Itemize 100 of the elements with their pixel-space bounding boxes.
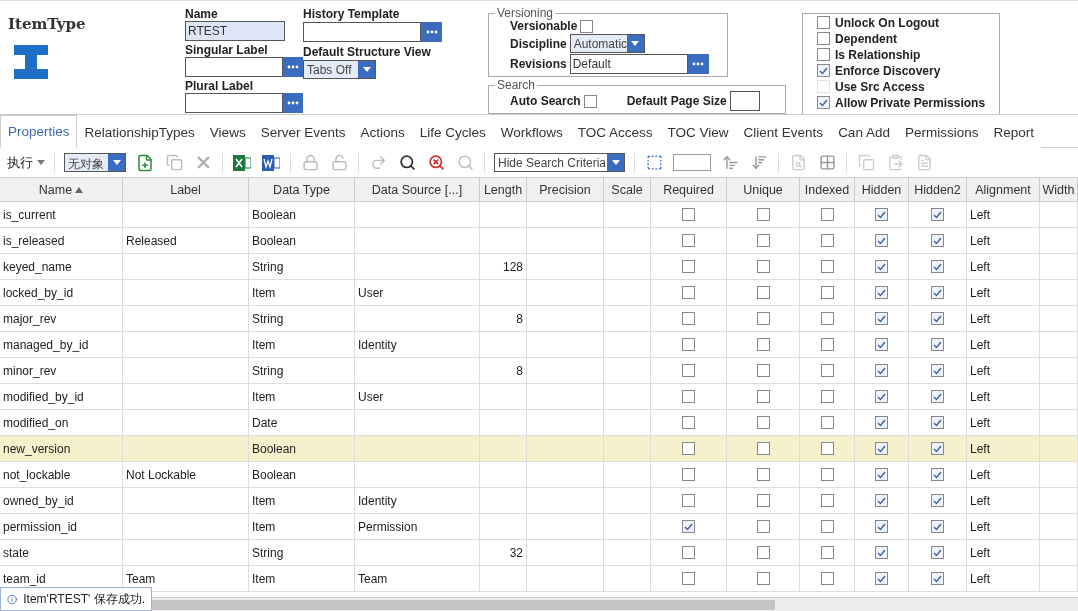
checkbox[interactable]: [875, 442, 888, 455]
spreadsheet-icon[interactable]: [232, 152, 252, 173]
checkbox[interactable]: [682, 442, 695, 455]
checkbox[interactable]: [756, 286, 770, 299]
checkbox[interactable]: [820, 468, 834, 481]
checkbox[interactable]: [817, 64, 830, 77]
checkbox[interactable]: [820, 234, 834, 247]
checkbox[interactable]: [820, 572, 834, 585]
checkbox[interactable]: [931, 260, 944, 273]
table-cell[interactable]: minor_rev: [0, 358, 123, 384]
tab[interactable]: Properties: [0, 115, 77, 148]
checkbox[interactable]: [931, 234, 944, 247]
clear-search-icon[interactable]: [426, 152, 446, 173]
table-cell[interactable]: owned_by_id: [0, 488, 123, 514]
grid-icon[interactable]: [817, 152, 837, 173]
checkbox[interactable]: [820, 390, 834, 403]
checkbox[interactable]: [820, 494, 834, 507]
checkbox[interactable]: [756, 520, 770, 533]
column-header[interactable]: Length: [480, 178, 527, 202]
checkbox[interactable]: [931, 208, 944, 221]
column-header[interactable]: Hidden: [855, 178, 909, 202]
checkbox[interactable]: [820, 416, 834, 429]
checkbox[interactable]: [875, 572, 888, 585]
checkbox[interactable]: [682, 338, 695, 351]
history-template-field[interactable]: [303, 22, 421, 42]
checkbox[interactable]: [817, 48, 830, 61]
checkbox[interactable]: [820, 286, 834, 299]
table-cell[interactable]: is_released: [0, 228, 123, 254]
revisions-field[interactable]: Default: [569, 54, 688, 74]
checkbox[interactable]: [931, 338, 944, 351]
checkbox[interactable]: [820, 520, 834, 533]
checkbox[interactable]: [682, 286, 695, 299]
checkbox[interactable]: [820, 546, 834, 559]
checkbox[interactable]: [820, 312, 834, 325]
column-header[interactable]: Precision: [527, 178, 604, 202]
checkbox[interactable]: [682, 312, 695, 325]
checkbox[interactable]: [931, 442, 944, 455]
search-icon[interactable]: [397, 152, 417, 173]
item-select[interactable]: 无对象: [64, 153, 126, 172]
browse-button[interactable]: [421, 22, 442, 42]
checkbox[interactable]: [756, 260, 770, 273]
checkbox[interactable]: [682, 390, 695, 403]
checkbox[interactable]: [682, 520, 695, 533]
table-cell[interactable]: major_rev: [0, 306, 123, 332]
checkbox[interactable]: [682, 364, 695, 377]
column-header[interactable]: Unique: [727, 178, 800, 202]
checkbox[interactable]: [580, 19, 594, 33]
checkbox[interactable]: [931, 572, 944, 585]
checkbox[interactable]: [875, 208, 888, 221]
checkbox[interactable]: [875, 312, 888, 325]
column-header[interactable]: Data Source [...]: [355, 178, 480, 202]
checkbox[interactable]: [756, 468, 770, 481]
action-menu[interactable]: 执行: [7, 153, 45, 172]
browse-button[interactable]: [282, 57, 303, 77]
table-cell[interactable]: modified_by_id: [0, 384, 123, 410]
checkbox[interactable]: [875, 520, 888, 533]
checkbox[interactable]: [756, 234, 770, 247]
checkbox[interactable]: [931, 494, 944, 507]
checkbox[interactable]: [931, 468, 944, 481]
select-all-icon[interactable]: [644, 152, 664, 173]
checkbox[interactable]: [931, 390, 944, 403]
search-mode-select[interactable]: Hide Search Criteria: [494, 153, 625, 172]
unlock-icon[interactable]: [329, 152, 349, 173]
checkbox[interactable]: [682, 208, 695, 221]
checkbox[interactable]: [756, 208, 770, 221]
checkbox[interactable]: [875, 468, 888, 481]
checkbox[interactable]: [820, 442, 834, 455]
checkbox[interactable]: [875, 260, 888, 273]
checkbox[interactable]: [820, 208, 834, 221]
column-header[interactable]: Name: [0, 178, 123, 202]
table-cell[interactable]: new_version: [0, 436, 123, 462]
checkbox[interactable]: [875, 416, 888, 429]
document-icon[interactable]: [261, 152, 281, 173]
checkbox[interactable]: [875, 494, 888, 507]
checkbox[interactable]: [931, 546, 944, 559]
count-field[interactable]: [673, 154, 711, 171]
checkbox[interactable]: [756, 416, 770, 429]
checkbox[interactable]: [875, 364, 888, 377]
checkbox[interactable]: [817, 96, 830, 109]
checkbox[interactable]: [875, 546, 888, 559]
column-header[interactable]: Scale: [604, 178, 651, 202]
checkbox[interactable]: [931, 364, 944, 377]
checkbox[interactable]: [756, 312, 770, 325]
checkbox[interactable]: [931, 286, 944, 299]
checkbox[interactable]: [583, 94, 597, 108]
checkbox[interactable]: [931, 312, 944, 325]
checkbox[interactable]: [756, 338, 770, 351]
table-cell[interactable]: managed_by_id: [0, 332, 123, 358]
singular-label-field[interactable]: [185, 57, 283, 77]
checkbox[interactable]: [682, 494, 695, 507]
checkbox[interactable]: [875, 338, 888, 351]
lock-icon[interactable]: [300, 152, 320, 173]
checkbox[interactable]: [756, 494, 770, 507]
column-header[interactable]: Required: [651, 178, 727, 202]
checkbox[interactable]: [756, 390, 770, 403]
checkbox[interactable]: [756, 546, 770, 559]
plural-label-field[interactable]: [185, 93, 283, 113]
column-header[interactable]: Data Type: [249, 178, 355, 202]
checkbox[interactable]: [682, 572, 695, 585]
table-cell[interactable]: is_current: [0, 202, 123, 228]
